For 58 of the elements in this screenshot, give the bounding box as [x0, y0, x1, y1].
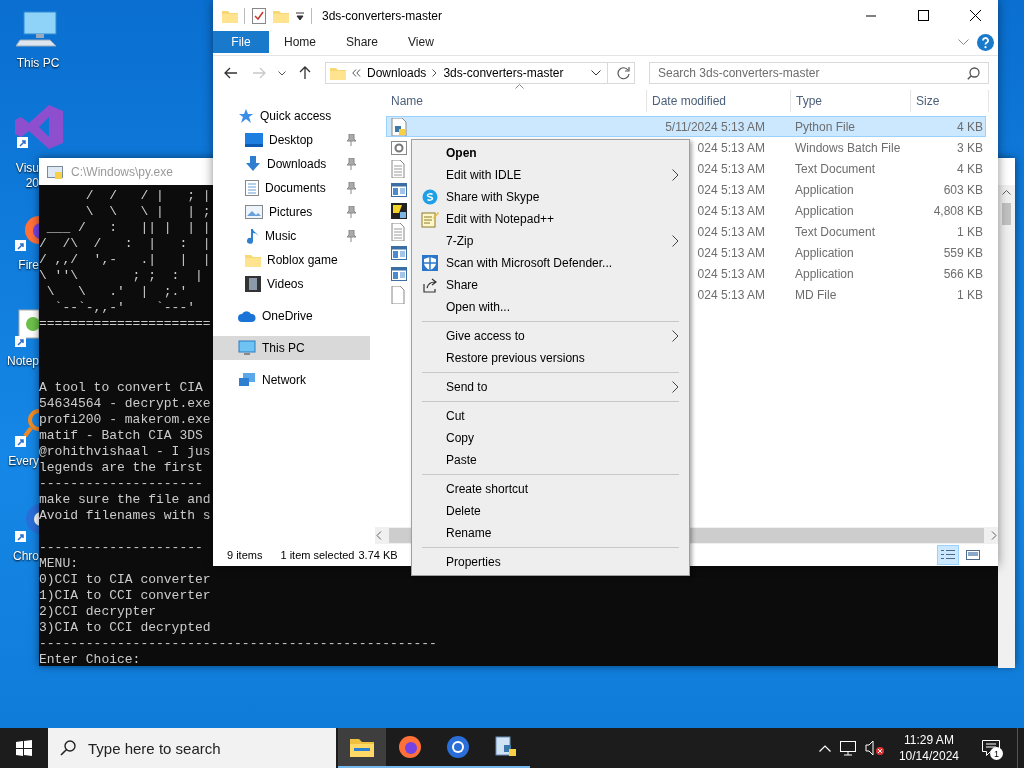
date-cell: 024 5:13 AM: [697, 245, 765, 260]
date-cell: 024 5:13 AM: [697, 161, 765, 176]
type-cell: Python File: [795, 119, 856, 134]
type-cell: Application: [795, 245, 854, 260]
type-cell: MD File: [795, 287, 837, 302]
selection-size: 3.74 KB: [358, 549, 398, 561]
console-line: \ \ .' | ;.': [45, 284, 188, 300]
selection-info: 1 item selected: [280, 549, 355, 561]
date-cell: 024 5:13 AM: [697, 203, 765, 218]
console-line: ___ / : || | | |: [45, 220, 211, 236]
console-line: Enter Choice:: [39, 652, 141, 668]
console-line: / / / | ; |: [84, 188, 211, 204]
size-cell: 4,808 KB: [933, 203, 983, 218]
console-line: ---------------------: [39, 540, 203, 555]
size-cell: 566 KB: [943, 266, 983, 281]
date-cell: 024 5:13 AM: [697, 224, 765, 239]
size-cell: 3 KB: [957, 140, 983, 155]
console-line: / /\ / : | : |: [39, 236, 211, 252]
console-line: legends are the first: [39, 460, 203, 476]
console-line: 54634564 - decrypt.exe: [39, 396, 211, 412]
date-cell: 024 5:13 AM: [697, 266, 765, 281]
console-line: 1)CIA to CCI converter: [39, 588, 211, 604]
console-line: / ,,/ ',- .| | |: [39, 252, 211, 267]
type-cell: Application: [795, 182, 854, 197]
console-line: ---------------------------------------------------: [39, 636, 437, 652]
item-count: 9 items: [227, 549, 263, 561]
date-cell: 024 5:13 AM: [697, 287, 765, 302]
size-cell: 559 KB: [943, 245, 983, 260]
date-cell: 5/11/2024 5:13 AM: [665, 119, 765, 134]
size-cell: 603 KB: [943, 182, 983, 197]
console-line: @rohithvishaal - I jus: [39, 444, 211, 460]
type-cell: Windows Batch File: [795, 140, 901, 155]
console-line: profi200 - makerom.exe: [39, 412, 211, 428]
date-cell: 024 5:13 AM: [697, 140, 765, 155]
console-line: \ \ \ | | ;: [84, 204, 211, 220]
console-line: A tool to convert CIA: [39, 380, 203, 396]
window-title: 3ds-converters-master: [322, 8, 443, 23]
console-line: MENU:: [39, 556, 78, 572]
console-line: 2)CCI decrypter: [39, 604, 157, 620]
size-cell: 4 KB: [957, 161, 983, 176]
console-line: \ ''\ ; ; : |: [39, 268, 203, 284]
console-line: ======================: [39, 316, 211, 332]
console-line: ---------------------: [39, 476, 203, 492]
type-cell: Application: [795, 203, 854, 218]
console-line: Avoid filenames with s: [39, 508, 211, 524]
size-cell: 1 KB: [957, 287, 983, 302]
console-line: matif - Batch CIA 3DS: [39, 428, 203, 444]
size-cell: 1 KB: [957, 224, 983, 239]
type-cell: Application: [795, 266, 854, 281]
console-line: 0)CCI to CIA converter: [39, 572, 211, 588]
type-cell: Text Document: [795, 224, 876, 239]
window-title: C:\Windows\py.exe: [71, 164, 173, 179]
console-line: make sure the file and: [39, 492, 211, 508]
console-line: 3)CIA to CCI decrypted: [39, 620, 211, 636]
console-line: `--`-,,-' `---': [53, 300, 196, 316]
date-cell: 024 5:13 AM: [697, 182, 765, 197]
size-cell: 4 KB: [957, 119, 983, 134]
type-cell: Text Document: [795, 161, 876, 176]
